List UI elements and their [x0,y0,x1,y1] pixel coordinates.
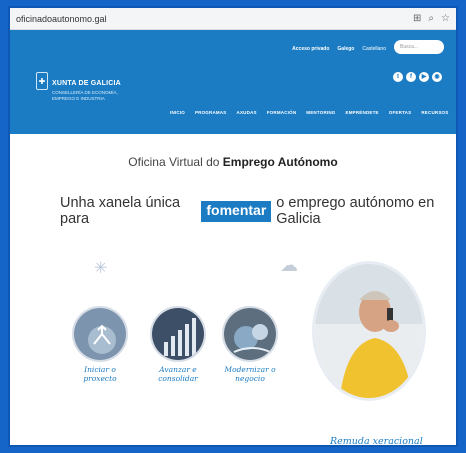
lang-galego-link[interactable]: Galego [337,46,354,52]
xunta-logo[interactable]: ✚ XUNTA DE GALICIA CONSELLERÍA DE ECONOM… [36,72,121,102]
card-modernizar[interactable]: Modernizar o negocio [222,306,278,383]
nav-item-inicio[interactable]: INICIO [170,110,185,115]
feature-photo[interactable] [312,261,426,401]
browser-window: oficinadoautonomo.gal ⊞ ⌕ ☆ ✚ XUNTA DE G… [10,8,456,445]
top-links: Acceso privado Galego Castellano [292,46,386,52]
card-iniciar-line2: proxecto [83,374,117,383]
tagline: Unha xanela única para fomentar o empreg… [60,195,456,227]
bookmark-star-icon[interactable]: ☆ [441,13,450,24]
card-avanzar-line1: Avanzar e [159,365,197,374]
sun-icon: ✳ [94,260,108,277]
card-iniciar-image [72,306,128,362]
zoom-icon[interactable]: ⌕ [428,13,434,24]
lang-castellano-link[interactable]: Castellano [362,46,386,52]
rss-icon[interactable]: ◉ [432,72,442,82]
search-input[interactable]: Busca... [394,40,444,54]
card-avanzar-image [150,306,206,362]
page-title: Oficina Virtual do Emprego Autónomo [10,155,456,169]
main-nav: INICIO PROGRAMAS AXUDAS FORMACIÓN MENTOR… [170,110,448,115]
nav-item-formacion[interactable]: FORMACIÓN [267,110,297,115]
nav-item-recursos[interactable]: RECURSOS [421,110,448,115]
card-iniciar[interactable]: Iniciar o proxecto [72,306,128,383]
card-modernizar-image [222,306,278,362]
card-avanzar[interactable]: Avanzar e consolidar [150,306,206,383]
title-light: Oficina Virtual do [128,155,223,169]
youtube-icon[interactable]: ▶ [419,72,429,82]
private-access-link[interactable]: Acceso privado [292,46,329,52]
translate-icon[interactable]: ⊞ [413,13,421,24]
tagline-post: o emprego autónomo en Galicia [276,195,435,227]
logo-subtitle-2: EMPREGO E INDUSTRIA [52,96,105,101]
nav-item-axudas[interactable]: AXUDAS [237,110,257,115]
card-avanzar-line2: consolidar [158,374,198,383]
site-header: ✚ XUNTA DE GALICIA CONSELLERÍA DE ECONOM… [10,30,456,134]
nav-item-programas[interactable]: PROGRAMAS [195,110,227,115]
card-modernizar-line2: negocio [235,374,265,383]
card-iniciar-line1: Iniciar o [84,365,116,374]
title-bold: Emprego Autónomo [222,155,338,169]
tagline-pre: Unha xanela única para [60,195,181,227]
url-text[interactable]: oficinadoautonomo.gal [16,14,413,24]
xunta-emblem-icon: ✚ [36,72,48,90]
card-modernizar-line1: Modernizar o [224,365,276,374]
logo-title: XUNTA DE GALICIA [52,80,121,87]
nav-item-emprendete[interactable]: EMPRÉNDETE [346,110,379,115]
address-bar[interactable]: oficinadoautonomo.gal ⊞ ⌕ ☆ [10,8,456,30]
twitter-icon[interactable]: t [393,72,403,82]
nav-item-ofertas[interactable]: OFERTAS [389,110,412,115]
nav-item-mentoring[interactable]: MENTORING [306,110,335,115]
feature-label[interactable]: Remuda xeracional [330,436,423,445]
facebook-icon[interactable]: f [406,72,416,82]
tagline-highlight: fomentar [201,200,272,222]
social-links: t f ▶ ◉ [393,72,442,82]
cloud-icon: ☁ [280,255,298,275]
